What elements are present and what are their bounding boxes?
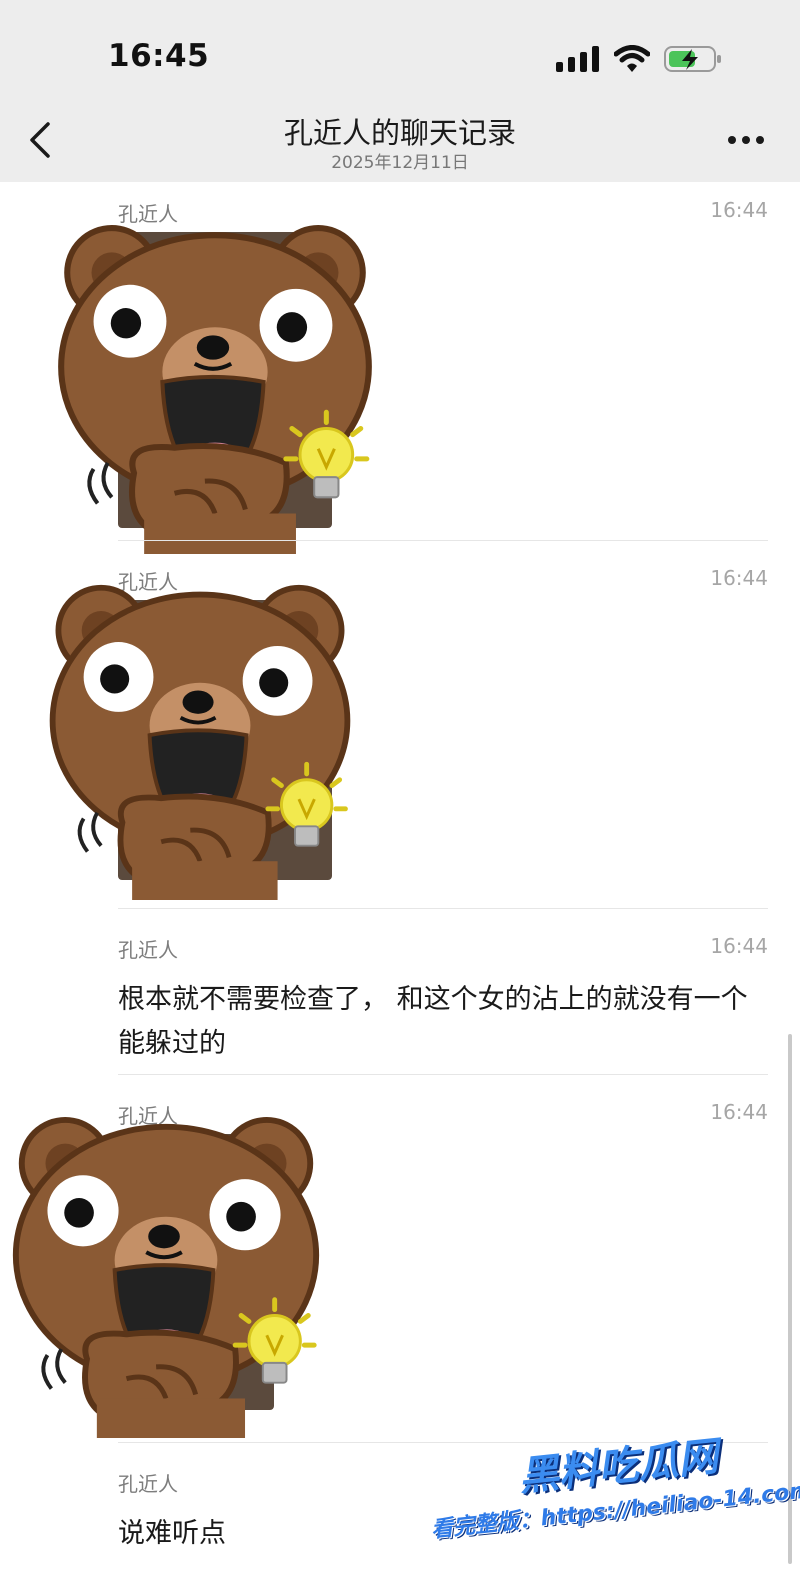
bear-sticker[interactable]	[6, 1112, 326, 1438]
battery-charging-icon	[664, 46, 721, 72]
message-time: 16:44	[710, 934, 768, 958]
bear-sticker[interactable]	[40, 580, 360, 900]
sender-name: 孔近人	[118, 1472, 178, 1496]
more-icon[interactable]	[726, 134, 766, 146]
wifi-icon	[614, 45, 650, 72]
message-time: 16:44	[710, 1100, 768, 1124]
message-time: 16:44	[710, 566, 768, 590]
message-text: 根本就不需要检查了， 和这个女的沾上的就没有一个能躲过的	[118, 984, 748, 1059]
status-icons	[556, 42, 722, 76]
sender-name: 孔近人	[118, 938, 178, 962]
header: 16:45 孔近人的聊天记录 2025年12月11日	[0, 0, 800, 182]
chat-title: 孔近人的聊天记录	[283, 116, 516, 150]
bear-sticker[interactable]	[50, 220, 380, 554]
status-time: 16:45	[108, 38, 210, 74]
divider	[118, 540, 768, 541]
divider	[118, 1074, 768, 1075]
message-item[interactable]: 孔近人 16:44 根本就不需要检查了， 和这个女的沾上的就没有一个能躲过的	[118, 934, 768, 1064]
divider	[118, 908, 768, 909]
signal-icon	[556, 46, 599, 72]
chat-date: 2025年12月11日	[331, 153, 469, 173]
message-time: 16:44	[710, 198, 768, 222]
